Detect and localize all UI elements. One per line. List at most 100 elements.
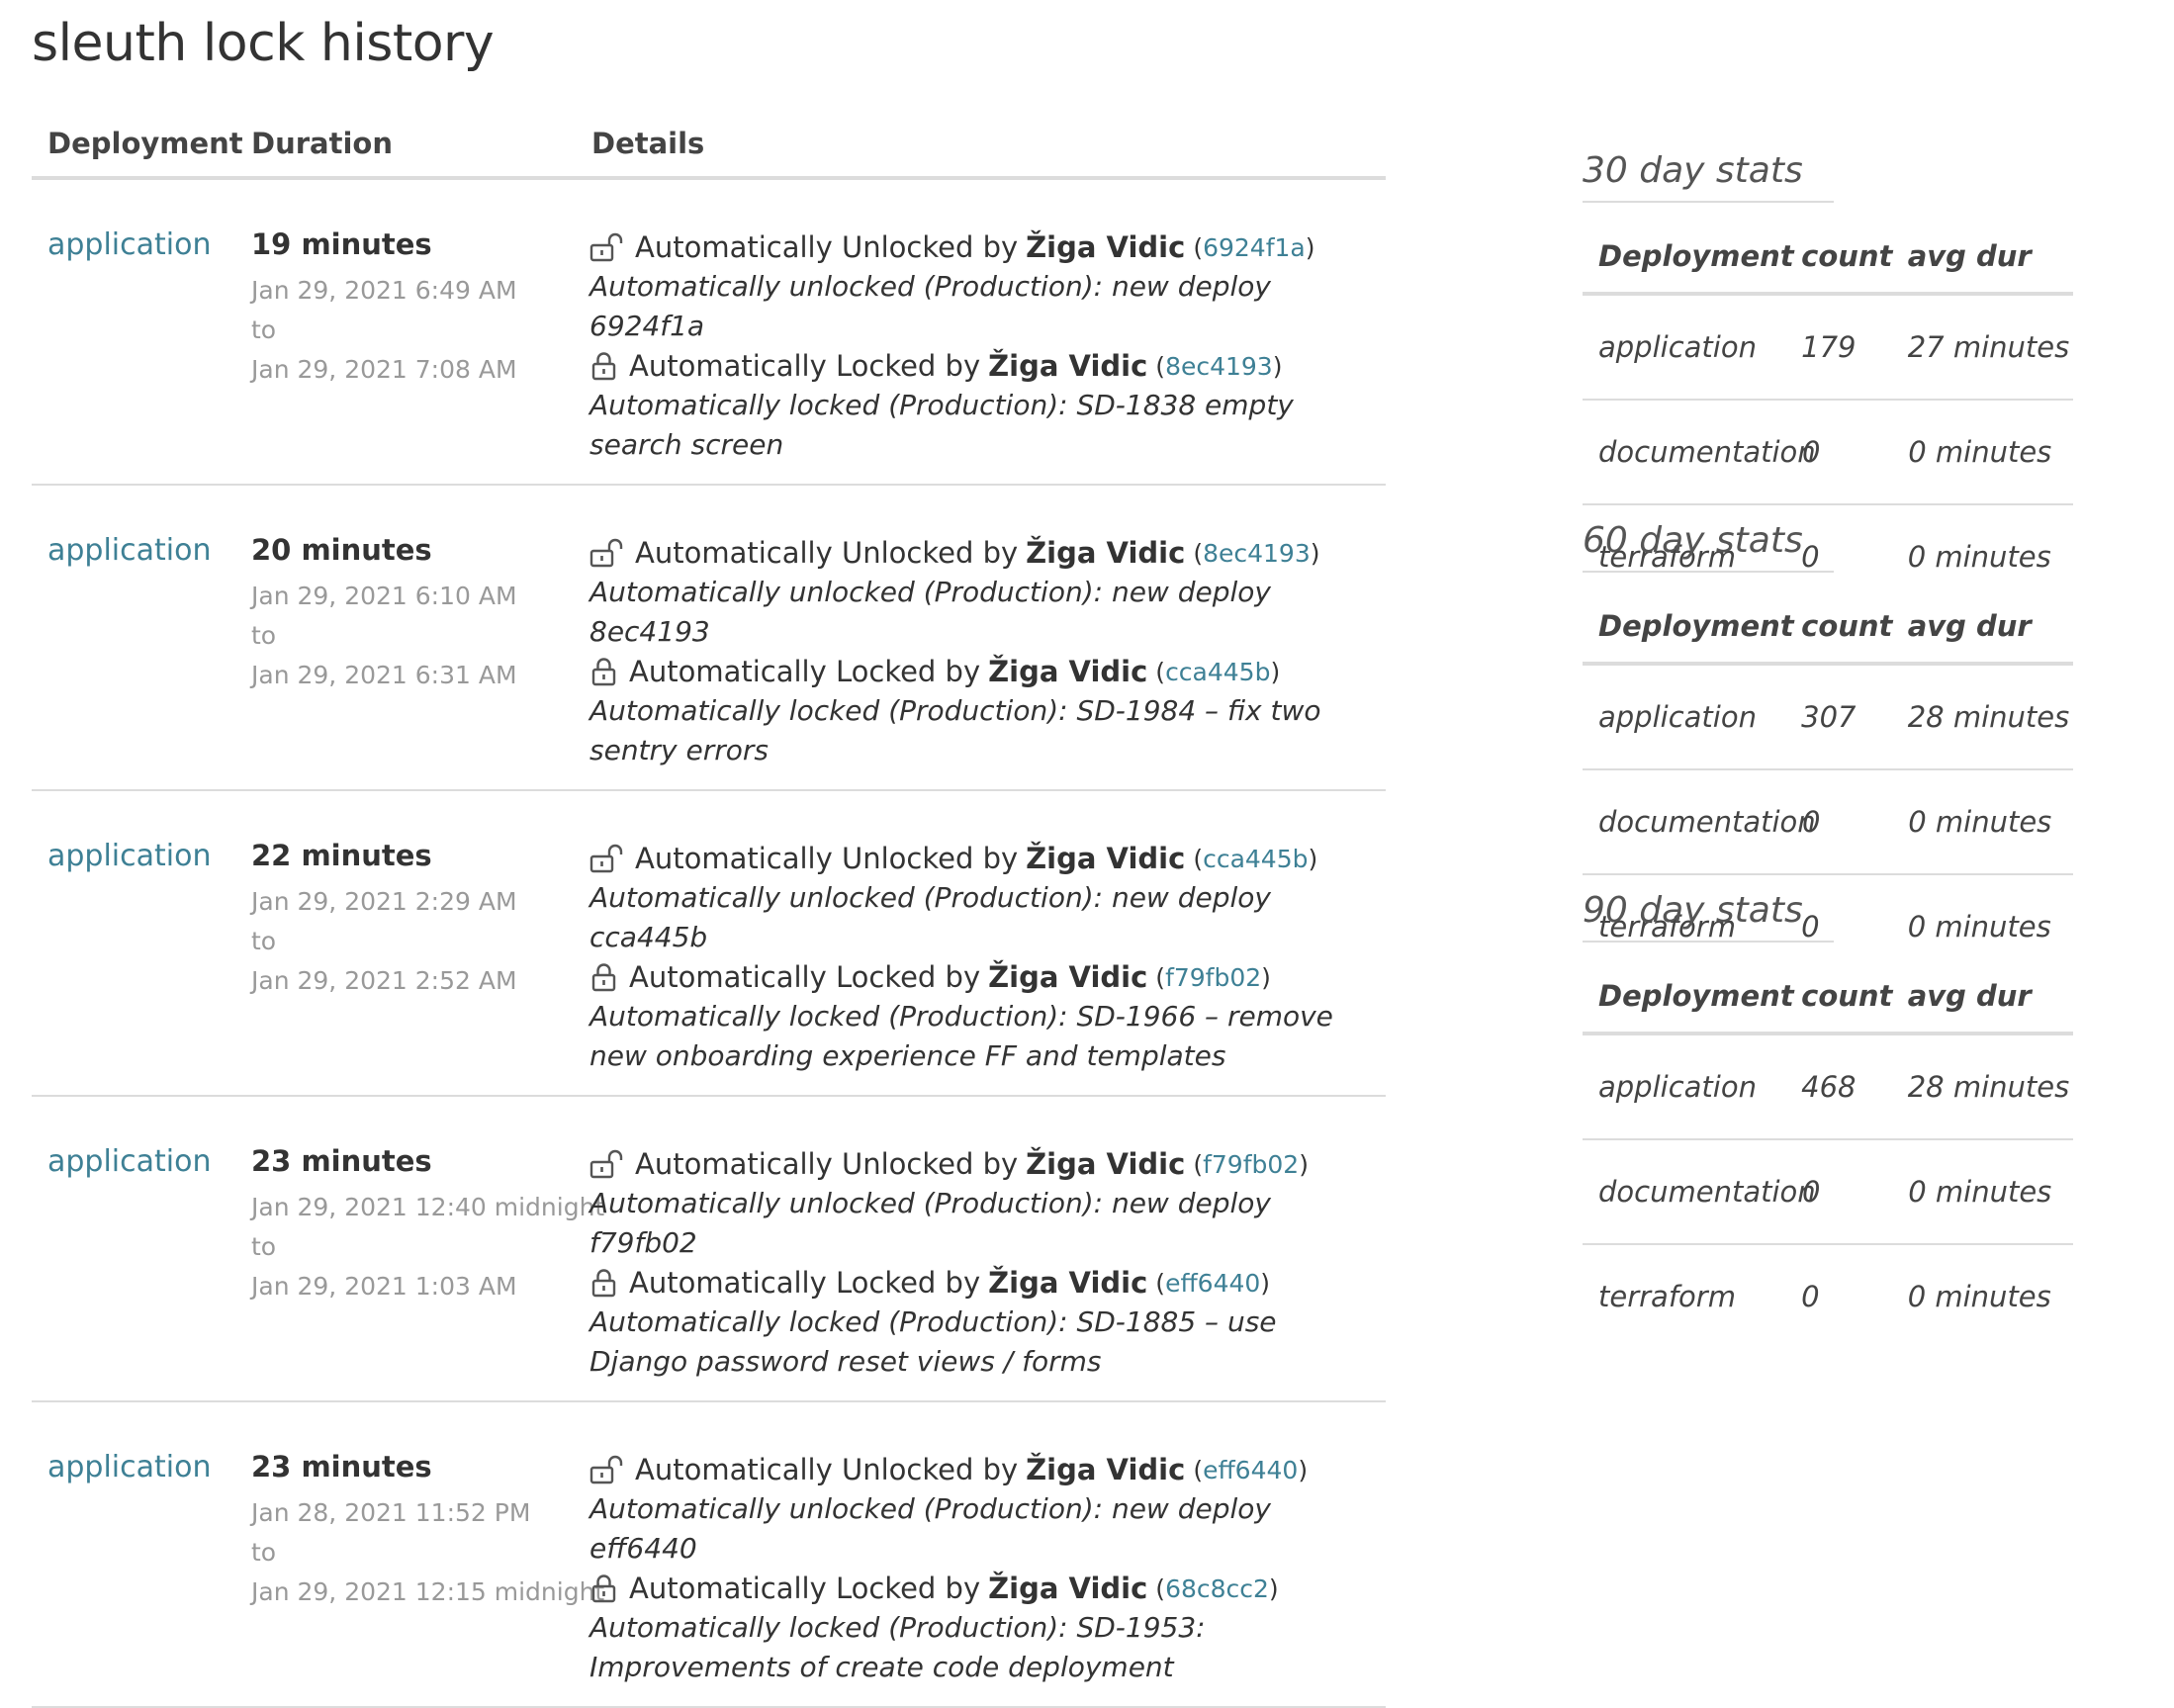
table-header: Deployment Duration Details (32, 111, 1386, 180)
unlock-message: Automatically unlocked (Production): new… (589, 1492, 1271, 1565)
stats-title: 30 day stats (1583, 150, 1834, 203)
deployment-link[interactable]: application (47, 533, 211, 568)
open-paren: ( (1193, 232, 1204, 262)
lock-event-prefix: Automatically Locked by (629, 1572, 981, 1605)
end-time: Jan 29, 2021 7:08 AM (251, 355, 517, 384)
column-header-duration: Duration (251, 127, 393, 160)
unlock-icon (589, 844, 625, 873)
stats-avg-dur: 0 minutes (1908, 1175, 2052, 1209)
table-row: application 23 minutes Jan 28, 2021 11:5… (32, 1402, 1386, 1708)
stats-count: 0 (1802, 1175, 1821, 1209)
stats-deployment: documentation (1598, 1175, 1816, 1209)
start-time: Jan 29, 2021 6:10 AM (251, 582, 517, 610)
unlock-event-title: Automatically Unlocked by Žiga Vidic (cc… (589, 839, 1381, 878)
stats-count: 307 (1801, 700, 1857, 734)
stats-count: 0 (1802, 805, 1821, 839)
end-time: Jan 29, 2021 12:15 midnight (251, 1577, 605, 1606)
stats-row: application 179 27 minutes (1583, 296, 2073, 401)
commit-link[interactable]: cca445b (1165, 658, 1270, 686)
stats-title: 90 day stats (1583, 890, 1834, 943)
stats-avg-dur: 27 minutes (1907, 330, 2070, 364)
stats-row: documentation 0 0 minutes (1583, 1140, 2073, 1245)
lock-icon (589, 351, 619, 381)
commit-link[interactable]: f79fb02 (1165, 963, 1261, 992)
time-range: Jan 29, 2021 12:40 midnight to Jan 29, 2… (251, 1188, 604, 1306)
lock-event-title: Automatically Locked by Žiga Vidic (68c8… (589, 1569, 1381, 1608)
lock-event-title: Automatically Locked by Žiga Vidic (eff6… (589, 1263, 1381, 1303)
unlock-message: Automatically unlocked (Production): new… (589, 881, 1271, 953)
close-paren: ) (1261, 962, 1271, 992)
lock-event: Automatically Locked by Žiga Vidic (f79f… (589, 957, 1381, 1076)
table-row: application 22 minutes Jan 29, 2021 2:29… (32, 791, 1386, 1097)
unlock-icon (589, 538, 625, 568)
deployment-link[interactable]: application (47, 1450, 211, 1484)
unlock-event: Automatically Unlocked by Žiga Vidic (f7… (589, 1144, 1381, 1263)
lock-message: Automatically locked (Production): SD-19… (589, 694, 1321, 766)
unlock-event: Automatically Unlocked by Žiga Vidic (cc… (589, 839, 1381, 957)
lock-icon (589, 657, 619, 686)
lock-event-prefix: Automatically Locked by (629, 960, 981, 994)
lock-event-prefix: Automatically Locked by (629, 1266, 981, 1300)
lock-event: Automatically Locked by Žiga Vidic (68c8… (589, 1569, 1381, 1687)
stats-deployment: application (1598, 700, 1757, 734)
unlock-event-title: Automatically Unlocked by Žiga Vidic (69… (589, 227, 1381, 267)
stats-row: application 468 28 minutes (1583, 1035, 2073, 1140)
unlock-event-prefix: Automatically Unlocked by (635, 230, 1019, 264)
commit-link[interactable]: eff6440 (1203, 1456, 1298, 1484)
commit-link[interactable]: 8ec4193 (1165, 352, 1273, 381)
open-paren: ( (1155, 657, 1166, 686)
commit-link[interactable]: cca445b (1203, 845, 1308, 873)
stats-avg-dur: 0 minutes (1908, 435, 2052, 469)
deployment-link[interactable]: application (47, 227, 211, 262)
stats-table: Deployment count avg dur application 468… (1583, 960, 2073, 1348)
stats-avg-dur: 28 minutes (1907, 700, 2070, 734)
actor-name: Žiga Vidic (988, 1572, 1148, 1605)
actor-name: Žiga Vidic (988, 655, 1148, 688)
actor-name: Žiga Vidic (1026, 230, 1186, 264)
stats-row: application 307 28 minutes (1583, 666, 2073, 770)
deployment-link[interactable]: application (47, 1144, 211, 1179)
open-paren: ( (1193, 1455, 1204, 1484)
lock-event-prefix: Automatically Locked by (629, 655, 981, 688)
commit-link[interactable]: 6924f1a (1203, 233, 1306, 262)
stats-deployment: application (1598, 1070, 1757, 1104)
time-range: Jan 29, 2021 2:29 AM to Jan 29, 2021 2:5… (251, 882, 517, 1001)
stats-header-avg-dur: avg dur (1907, 609, 2032, 643)
start-time: Jan 29, 2021 12:40 midnight (251, 1193, 605, 1221)
unlock-event-title: Automatically Unlocked by Žiga Vidic (f7… (589, 1144, 1381, 1184)
commit-link[interactable]: f79fb02 (1203, 1150, 1299, 1179)
lock-message: Automatically locked (Production): SD-19… (589, 1000, 1333, 1072)
time-range: Jan 28, 2021 11:52 PM to Jan 29, 2021 12… (251, 1493, 604, 1612)
column-header-deployment: Deployment (47, 127, 243, 160)
stats-header-count: count (1801, 979, 1893, 1013)
actor-name: Žiga Vidic (988, 960, 1148, 994)
start-time: Jan 28, 2021 11:52 PM (251, 1498, 531, 1527)
stats-deployment: documentation (1598, 805, 1816, 839)
commit-link[interactable]: eff6440 (1165, 1269, 1260, 1298)
table-row: application 23 minutes Jan 29, 2021 12:4… (32, 1097, 1386, 1402)
stats-avg-dur: 0 minutes (1907, 1280, 2051, 1313)
stats-header: Deployment count avg dur (1583, 590, 2073, 666)
unlock-icon (589, 1455, 625, 1484)
deployment-link[interactable]: application (47, 839, 211, 873)
unlock-icon (589, 232, 625, 262)
unlock-event-prefix: Automatically Unlocked by (635, 842, 1019, 875)
stats-deployment: terraform (1598, 1280, 1736, 1313)
open-paren: ( (1155, 1268, 1166, 1298)
actor-name: Žiga Vidic (1026, 1147, 1186, 1181)
to-label: to (251, 621, 277, 650)
open-paren: ( (1193, 844, 1204, 873)
unlock-event: Automatically Unlocked by Žiga Vidic (8e… (589, 533, 1381, 652)
stats-count: 0 (1801, 1280, 1820, 1313)
commit-link[interactable]: 8ec4193 (1203, 539, 1311, 568)
to-label: to (251, 315, 277, 344)
lock-icon (589, 962, 619, 992)
stats-avg-dur: 0 minutes (1908, 805, 2052, 839)
end-time: Jan 29, 2021 1:03 AM (251, 1272, 517, 1301)
actor-name: Žiga Vidic (988, 1266, 1148, 1300)
stats-count: 468 (1801, 1070, 1857, 1104)
start-time: Jan 29, 2021 2:29 AM (251, 887, 517, 916)
stats-header-count: count (1801, 239, 1893, 273)
commit-link[interactable]: 68c8cc2 (1165, 1574, 1269, 1603)
actor-name: Žiga Vidic (1026, 842, 1186, 875)
